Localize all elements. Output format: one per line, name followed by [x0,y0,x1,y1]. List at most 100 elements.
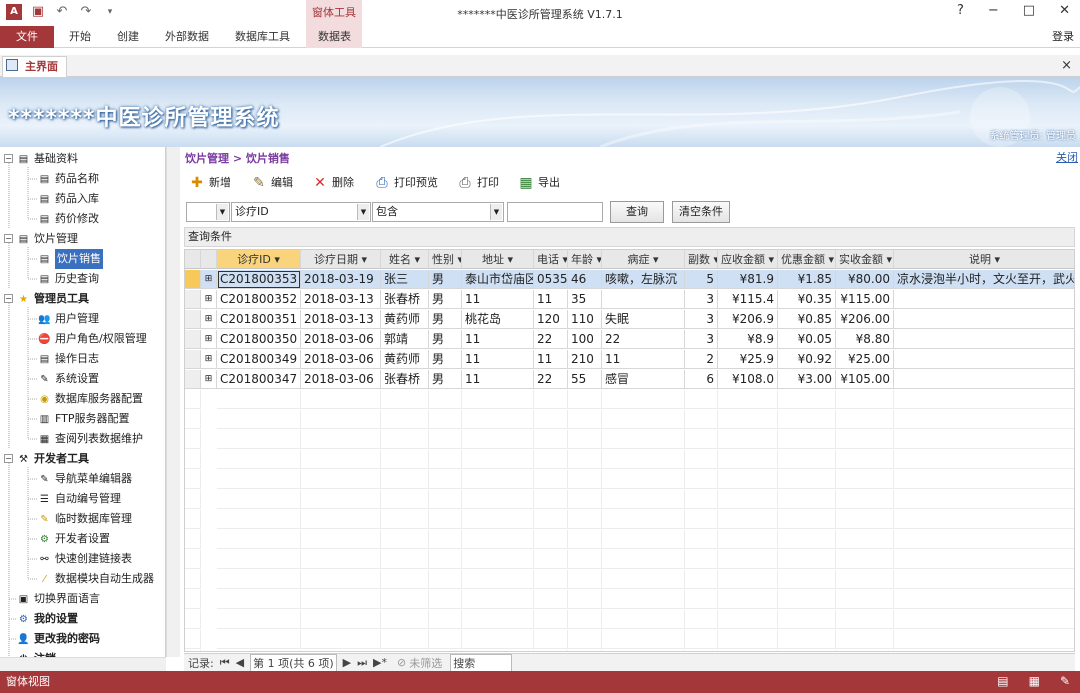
cell-receivable[interactable]: ¥8.9 [718,330,778,349]
cell-note[interactable] [894,310,1074,329]
cell-name[interactable]: 黄药师 [381,310,429,329]
col-header-discount[interactable]: 优惠金额 ▾ [778,250,836,269]
cell-received[interactable]: ¥25.00 [836,350,894,369]
cell-note[interactable]: 凉水浸泡半小时，文火至开，武火 [894,270,1074,289]
nav-item-roles[interactable]: ⛔ 用户角色/权限管理 [38,329,146,349]
cell-phone[interactable]: 22 [534,330,568,349]
cell-age[interactable]: 35 [568,290,602,309]
minimize-button[interactable]: − [988,3,999,18]
cell-phone[interactable]: 22 [534,370,568,389]
expand-row-icon[interactable]: ⊞ [201,370,217,389]
cell-id[interactable]: C201800349 [217,350,301,369]
search-input[interactable]: 搜索 [450,653,513,672]
cell-gender[interactable]: 男 [429,350,462,369]
cell-address[interactable]: 11 [462,370,534,389]
tab-home[interactable]: 开始 [69,26,91,48]
cell-receivable[interactable]: ¥25.9 [718,350,778,369]
cell-gender[interactable]: 男 [429,370,462,389]
cell-phone[interactable]: 120 [534,310,568,329]
cell-address[interactable]: 泰山市岱庙区 [462,270,534,289]
cell-id[interactable]: C201800350 [217,330,301,349]
cell-date[interactable]: 2018-03-19 [301,270,381,289]
cell-note[interactable] [894,290,1074,309]
expand-row-icon[interactable]: ⊞ [201,270,217,289]
cell-address[interactable]: 11 [462,330,534,349]
cell-id[interactable]: C201800352 [217,290,301,309]
cell-doses[interactable]: 2 [685,350,718,369]
tab-create[interactable]: 创建 [117,26,139,48]
cell-gender[interactable]: 男 [429,330,462,349]
nav-item-tempdb[interactable]: ✎ 临时数据库管理 [38,509,132,529]
expand-row-icon[interactable]: ⊞ [201,290,217,309]
delete-button[interactable]: ✕ 删除 [311,173,354,193]
filter-off-icon[interactable]: ⊘ [397,656,406,669]
col-header-id[interactable]: 诊疗ID ▾ [217,250,301,269]
col-header-age[interactable]: 年龄 ▾ [568,250,602,269]
new-button[interactable]: ✚ 新增 [188,173,231,193]
nav-item-dev-settings[interactable]: ⚙ 开发者设置 [38,529,110,549]
cell-name[interactable]: 郭靖 [381,330,429,349]
tab-database-tools[interactable]: 数据库工具 [235,26,290,48]
cell-note[interactable] [894,330,1074,349]
nav-item-autonumber[interactable]: ☰ 自动编号管理 [38,489,121,509]
maximize-button[interactable]: □ [1023,3,1035,18]
cell-received[interactable]: ¥8.80 [836,330,894,349]
cell-gender[interactable]: 男 [429,310,462,329]
cell-id[interactable]: C201800347 [217,370,301,389]
cell-age[interactable]: 210 [568,350,602,369]
col-header-date[interactable]: 诊疗日期 ▾ [301,250,381,269]
nav-item-settings[interactable]: ✎ 系统设置 [38,369,99,389]
cell-age[interactable]: 46 [568,270,602,289]
operator-select[interactable]: 包含 ▼ [372,202,504,222]
cell-date[interactable]: 2018-03-06 [301,330,381,349]
cell-receivable[interactable]: ¥81.9 [718,270,778,289]
col-header-name[interactable]: 姓名 ▾ [381,250,429,269]
cell-discount[interactable]: ¥3.00 [778,370,836,389]
table-row[interactable]: ⊞ C201800351 2018-03-13 黄药师男桃花岛 120 110 失眠 3 ¥20… [185,310,1074,329]
cell-address[interactable]: 桃花岛 [462,310,534,329]
cell-address[interactable]: 11 [462,290,534,309]
cell-note[interactable] [894,350,1074,369]
expand-row-icon[interactable]: ⊞ [201,310,217,329]
cell-id[interactable]: C201800353 [217,270,301,289]
close-form-link[interactable]: 关闭 [1056,149,1078,165]
cell-discount[interactable]: ¥0.85 [778,310,836,329]
cell-gender[interactable]: 男 [429,290,462,309]
print-button[interactable]: ⎙ 打印 [456,173,499,193]
nav-item-link-table[interactable]: ⚯ 快速创建链接表 [38,549,132,569]
table-row[interactable]: ⊞ C201800349 2018-03-06 黄药师男 11 11 210 11 2 ¥25.9… [185,350,1074,369]
cell-doses[interactable]: 3 [685,310,718,329]
cell-age[interactable]: 110 [568,310,602,329]
cell-date[interactable]: 2018-03-13 [301,310,381,329]
nav-item-history[interactable]: ▤ 历史查询 [38,269,99,289]
col-header-symptom[interactable]: 病症 ▾ [602,250,685,269]
select-all-cell[interactable] [185,250,201,269]
nav-item-drug-stock-in[interactable]: ▤ 药品入库 [38,189,99,209]
help-button[interactable]: ? [957,3,964,18]
row-selector[interactable] [185,330,201,349]
print-preview-button[interactable]: ⎙ 打印预览 [373,173,438,193]
cell-symptom[interactable]: 感冒 [602,370,685,389]
col-header-received[interactable]: 实收金额 ▾ [836,250,894,269]
new-record-icon[interactable]: ▶* [373,656,387,669]
cell-name[interactable]: 黄药师 [381,350,429,369]
cell-discount[interactable]: ¥0.35 [778,290,836,309]
next-record-icon[interactable]: ▶ [343,656,351,669]
cell-symptom[interactable] [602,290,685,309]
row-selector[interactable] [185,290,201,309]
cell-receivable[interactable]: ¥108.0 [718,370,778,389]
tab-datasheet[interactable]: 数据表 [318,26,351,48]
table-row[interactable]: ⊞ C201800353 2018-03-19 张三男泰山市岱庙区 0535 46 咳嗽，左… [185,270,1074,289]
cell-name[interactable]: 张三 [381,270,429,289]
cell-doses[interactable]: 5 [685,270,718,289]
row-selector[interactable] [185,270,201,289]
nav-item-menu-editor[interactable]: ✎ 导航菜单编辑器 [38,469,132,489]
cell-received[interactable]: ¥80.00 [836,270,894,289]
cell-discount[interactable]: ¥0.05 [778,330,836,349]
doc-close-icon[interactable]: × [1061,58,1072,73]
col-header-note[interactable]: 说明 ▾ [894,250,1074,269]
nav-item-lookup-maint[interactable]: ▦ 查阅列表数据维护 [38,429,143,449]
expand-row-icon[interactable]: ⊞ [201,350,217,369]
cell-age[interactable]: 100 [568,330,602,349]
cell-discount[interactable]: ¥1.85 [778,270,836,289]
